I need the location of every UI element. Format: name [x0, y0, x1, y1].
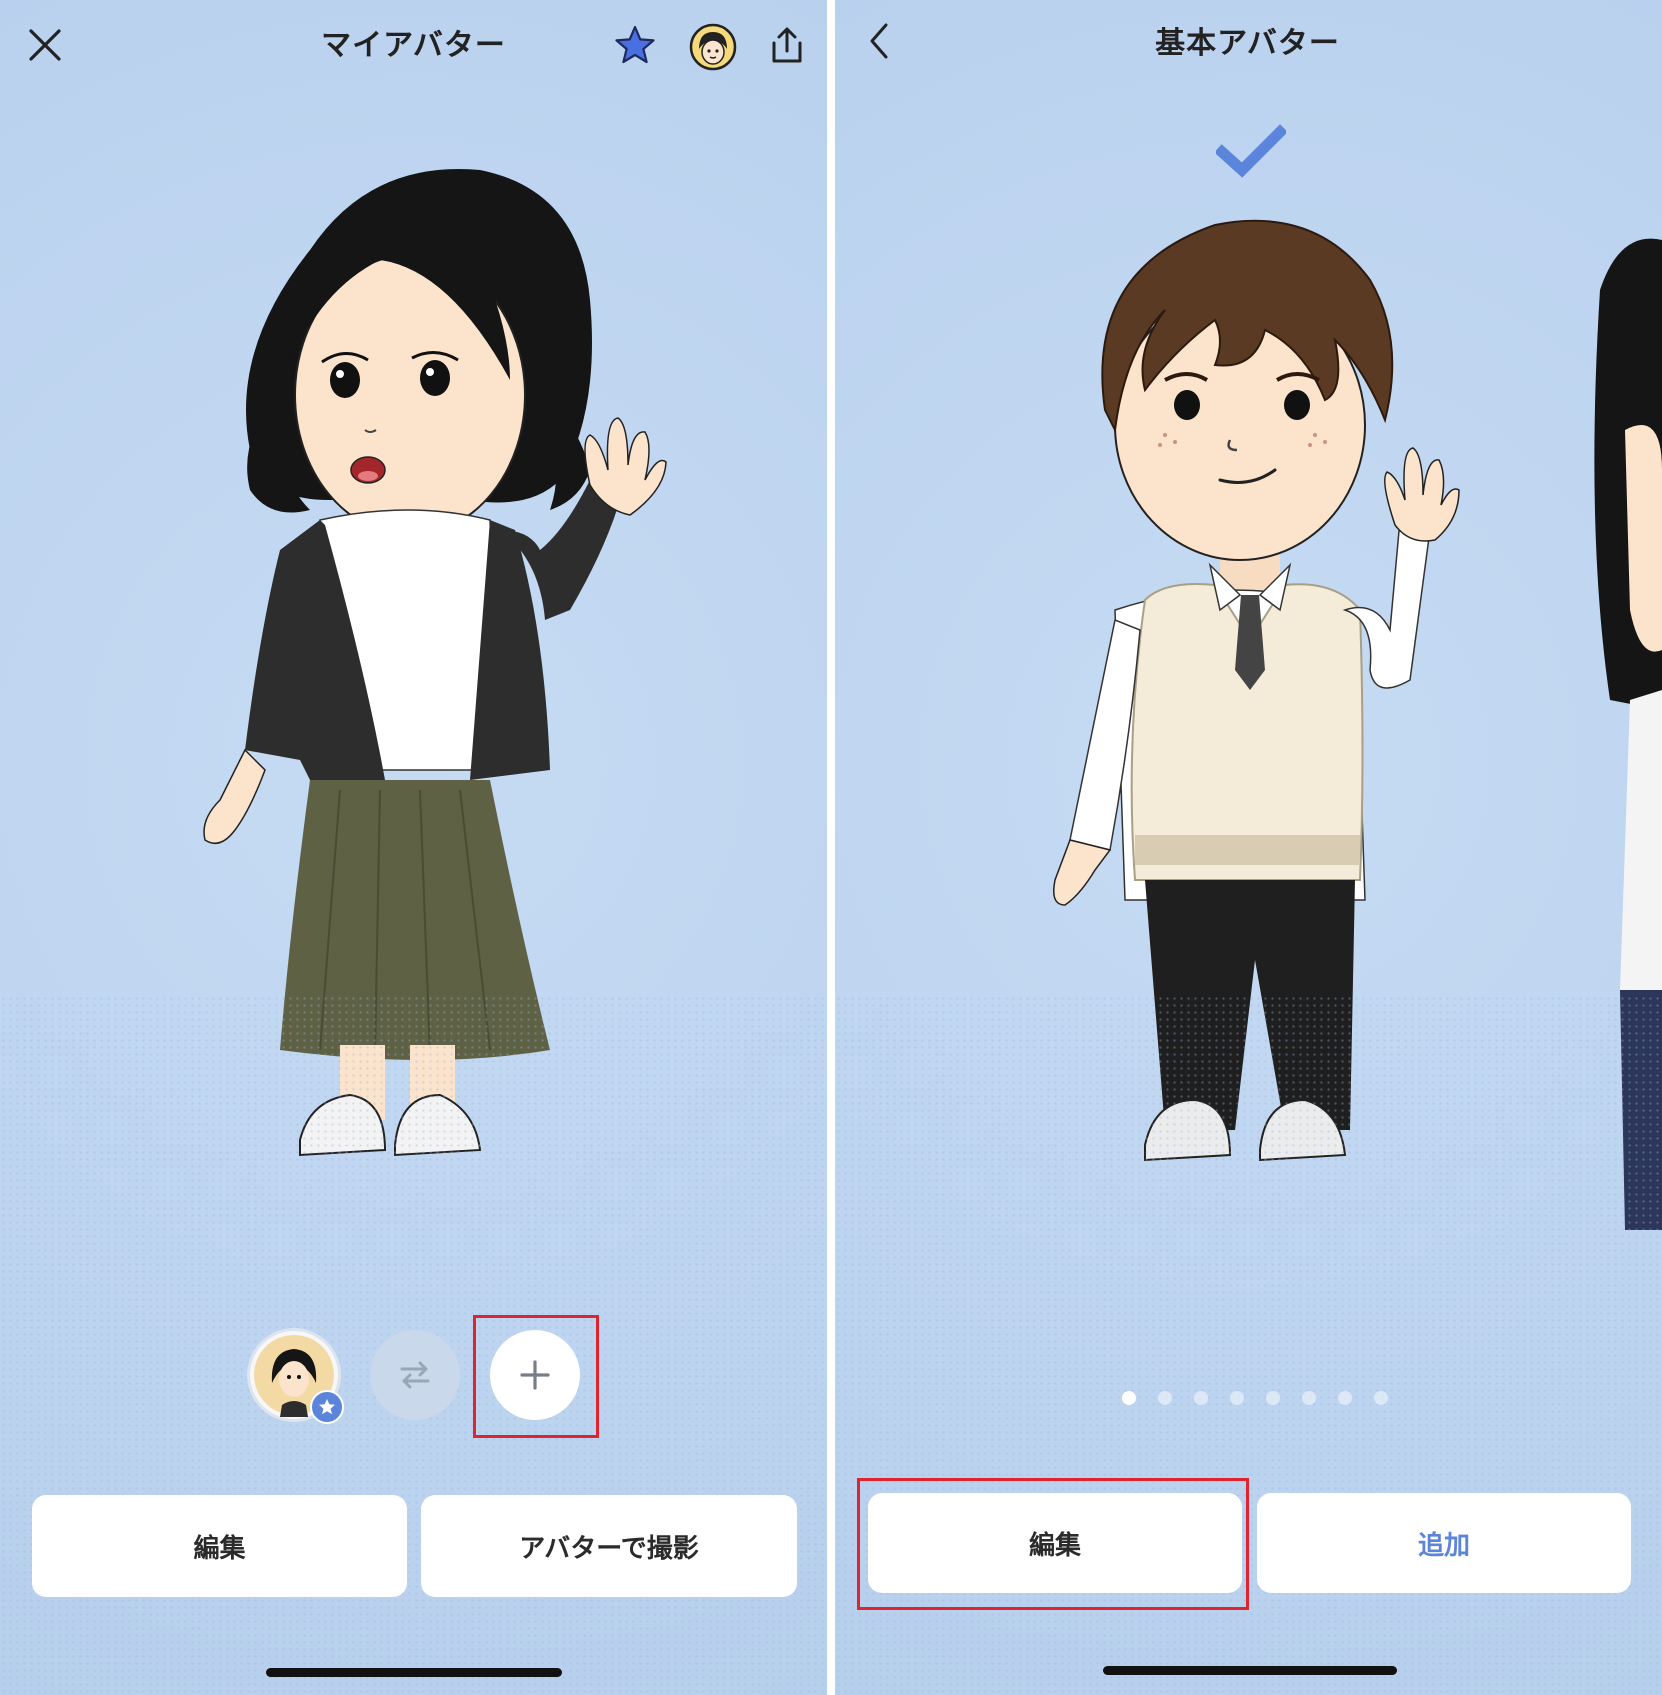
share-icon	[772, 27, 802, 63]
edit-button[interactable]: 編集	[32, 1495, 407, 1597]
basic-avatar-screen: 基本アバター 編集 追加	[835, 0, 1662, 1695]
add-button[interactable]: 追加	[1257, 1493, 1631, 1593]
star-icon	[615, 25, 655, 64]
avatar-illustration	[1053, 219, 1460, 1162]
swap-avatar-button[interactable]	[370, 1330, 460, 1420]
share-button[interactable]	[764, 22, 810, 68]
pager-dot[interactable]	[1374, 1391, 1388, 1405]
home-indicator	[1103, 1666, 1397, 1675]
pager-dot[interactable]	[1302, 1391, 1316, 1405]
edit-button-highlight	[857, 1478, 1249, 1610]
next-avatar-preview	[1594, 238, 1662, 1230]
star-icon	[319, 1399, 335, 1415]
check-icon	[1216, 124, 1286, 178]
selected-check	[1215, 122, 1287, 182]
add-avatar-highlight	[473, 1315, 599, 1438]
swap-arrows-icon	[400, 1361, 430, 1389]
pager-dot[interactable]	[1338, 1391, 1352, 1405]
pager-dot[interactable]	[1158, 1391, 1172, 1405]
page-title: 基本アバター	[1155, 26, 1340, 61]
favorite-button[interactable]	[612, 22, 658, 68]
camera-button[interactable]: アバターで撮影	[421, 1495, 797, 1597]
pager-dot[interactable]	[1230, 1391, 1244, 1405]
avatar-face-icon	[689, 23, 737, 71]
profile-avatar-button[interactable]	[688, 22, 738, 72]
pager-dot[interactable]	[1194, 1391, 1208, 1405]
avatar-illustration	[203, 169, 667, 1157]
pager-dot-active[interactable]	[1122, 1391, 1136, 1405]
pager-dots	[1122, 1391, 1388, 1405]
pager-dot[interactable]	[1266, 1391, 1280, 1405]
home-indicator	[266, 1668, 562, 1677]
my-avatar-screen: マイアバター 編集 アバターで撮影	[0, 0, 827, 1695]
favorite-badge	[310, 1390, 344, 1424]
